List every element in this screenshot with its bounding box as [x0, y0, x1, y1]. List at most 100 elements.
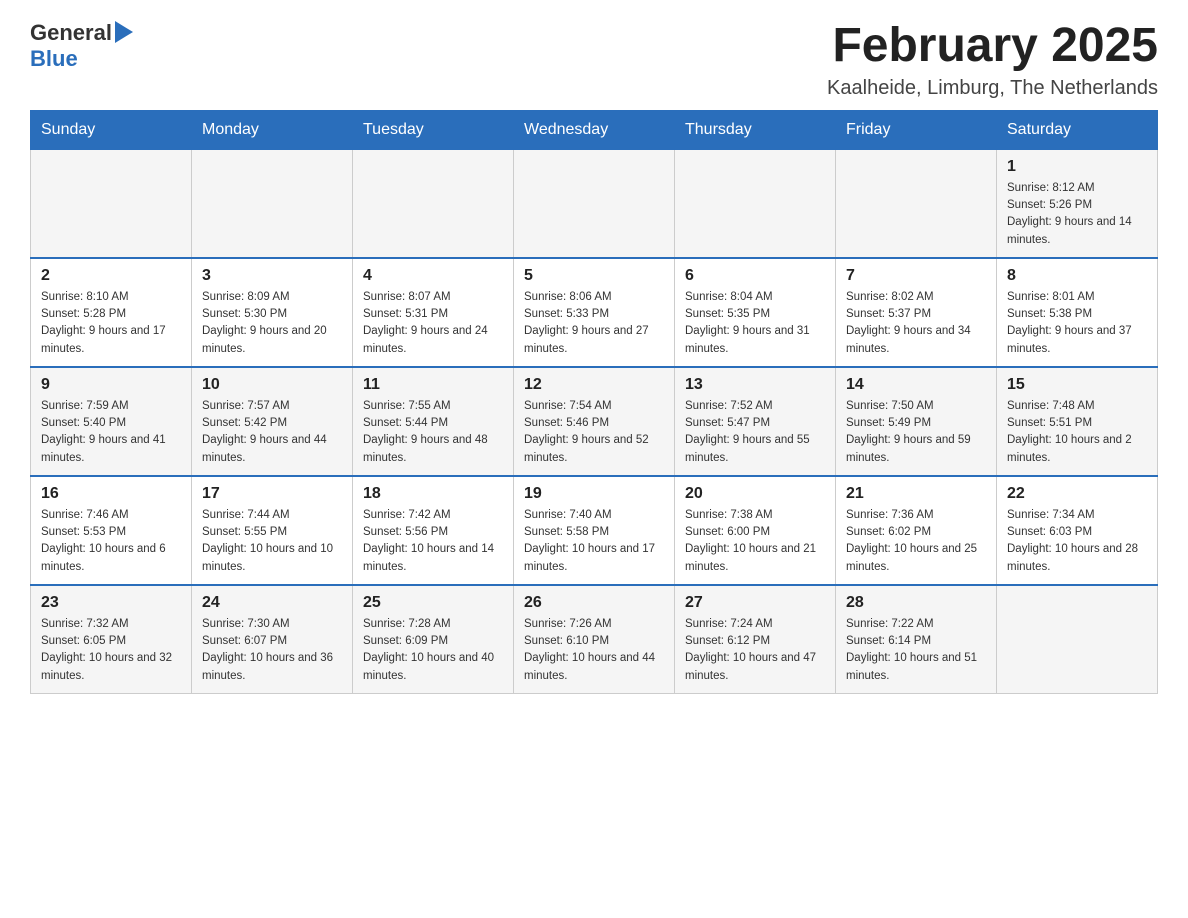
day-number: 17: [202, 485, 342, 503]
day-number: 10: [202, 376, 342, 394]
calendar-cell: 25 Sunrise: 7:28 AM Sunset: 6:09 PM Dayli…: [353, 585, 514, 694]
calendar-cell: [997, 585, 1158, 694]
calendar-cell: 23 Sunrise: 7:32 AM Sunset: 6:05 PM Dayli…: [31, 585, 192, 694]
day-number: 5: [524, 267, 664, 285]
day-info: Sunrise: 7:28 AM Sunset: 6:09 PM Dayligh…: [363, 616, 503, 685]
day-info: Sunrise: 8:01 AM Sunset: 5:38 PM Dayligh…: [1007, 289, 1147, 358]
day-info: Sunrise: 8:04 AM Sunset: 5:35 PM Dayligh…: [685, 289, 825, 358]
day-number: 8: [1007, 267, 1147, 285]
day-info: Sunrise: 7:54 AM Sunset: 5:46 PM Dayligh…: [524, 398, 664, 467]
calendar-cell: 11 Sunrise: 7:55 AM Sunset: 5:44 PM Dayli…: [353, 367, 514, 476]
calendar-cell: 4 Sunrise: 8:07 AM Sunset: 5:31 PM Daylig…: [353, 258, 514, 367]
day-number: 24: [202, 594, 342, 612]
day-info: Sunrise: 7:44 AM Sunset: 5:55 PM Dayligh…: [202, 507, 342, 576]
weekday-header-row: Sunday Monday Tuesday Wednesday Thursday…: [31, 110, 1158, 149]
header-sunday: Sunday: [31, 110, 192, 149]
day-number: 3: [202, 267, 342, 285]
day-number: 6: [685, 267, 825, 285]
logo-general: General: [30, 21, 112, 45]
day-info: Sunrise: 7:24 AM Sunset: 6:12 PM Dayligh…: [685, 616, 825, 685]
day-info: Sunrise: 7:34 AM Sunset: 6:03 PM Dayligh…: [1007, 507, 1147, 576]
calendar-cell: [836, 149, 997, 258]
day-info: Sunrise: 7:30 AM Sunset: 6:07 PM Dayligh…: [202, 616, 342, 685]
calendar-cell: 26 Sunrise: 7:26 AM Sunset: 6:10 PM Dayli…: [514, 585, 675, 694]
day-number: 7: [846, 267, 986, 285]
day-info: Sunrise: 7:48 AM Sunset: 5:51 PM Dayligh…: [1007, 398, 1147, 467]
header-monday: Monday: [192, 110, 353, 149]
calendar-cell: [353, 149, 514, 258]
calendar-cell: 10Sunrise: 7:57 AM Sunset: 5:42 PM Dayli…: [192, 367, 353, 476]
day-number: 18: [363, 485, 503, 503]
day-number: 23: [41, 594, 181, 612]
day-number: 14: [846, 376, 986, 394]
day-info: Sunrise: 7:40 AM Sunset: 5:58 PM Dayligh…: [524, 507, 664, 576]
calendar-cell: 8 Sunrise: 8:01 AM Sunset: 5:38 PM Daylig…: [997, 258, 1158, 367]
day-info: Sunrise: 8:02 AM Sunset: 5:37 PM Dayligh…: [846, 289, 986, 358]
header-wednesday: Wednesday: [514, 110, 675, 149]
day-info: Sunrise: 7:26 AM Sunset: 6:10 PM Dayligh…: [524, 616, 664, 685]
calendar-cell: 7 Sunrise: 8:02 AM Sunset: 5:37 PM Daylig…: [836, 258, 997, 367]
day-number: 16: [41, 485, 181, 503]
calendar-cell: [31, 149, 192, 258]
calendar-cell: 27 Sunrise: 7:24 AM Sunset: 6:12 PM Dayli…: [675, 585, 836, 694]
calendar-cell: [192, 149, 353, 258]
calendar-cell: 12Sunrise: 7:54 AM Sunset: 5:46 PM Dayli…: [514, 367, 675, 476]
location-subtitle: Kaalheide, Limburg, The Netherlands: [827, 77, 1158, 100]
calendar-cell: 15Sunrise: 7:48 AM Sunset: 5:51 PM Dayli…: [997, 367, 1158, 476]
day-info: Sunrise: 7:38 AM Sunset: 6:00 PM Dayligh…: [685, 507, 825, 576]
day-number: 13: [685, 376, 825, 394]
day-number: 1: [1007, 158, 1147, 176]
calendar-table: Sunday Monday Tuesday Wednesday Thursday…: [30, 110, 1158, 694]
day-number: 9: [41, 376, 181, 394]
header-tuesday: Tuesday: [353, 110, 514, 149]
day-number: 27: [685, 594, 825, 612]
day-info: Sunrise: 8:06 AM Sunset: 5:33 PM Dayligh…: [524, 289, 664, 358]
calendar-cell: 6 Sunrise: 8:04 AM Sunset: 5:35 PM Daylig…: [675, 258, 836, 367]
calendar-cell: 9 Sunrise: 7:59 AM Sunset: 5:40 PM Daylig…: [31, 367, 192, 476]
day-number: 25: [363, 594, 503, 612]
calendar-cell: 2Sunrise: 8:10 AM Sunset: 5:28 PM Daylig…: [31, 258, 192, 367]
calendar-week-row: 23 Sunrise: 7:32 AM Sunset: 6:05 PM Dayli…: [31, 585, 1158, 694]
calendar-cell: 28 Sunrise: 7:22 AM Sunset: 6:14 PM Dayli…: [836, 585, 997, 694]
calendar-week-row: 16 Sunrise: 7:46 AM Sunset: 5:53 PM Dayli…: [31, 476, 1158, 585]
day-number: 20: [685, 485, 825, 503]
calendar-cell: 17 Sunrise: 7:44 AM Sunset: 5:55 PM Dayli…: [192, 476, 353, 585]
calendar-cell: [675, 149, 836, 258]
day-info: Sunrise: 7:50 AM Sunset: 5:49 PM Dayligh…: [846, 398, 986, 467]
calendar-cell: 22 Sunrise: 7:34 AM Sunset: 6:03 PM Dayli…: [997, 476, 1158, 585]
calendar-cell: 24 Sunrise: 7:30 AM Sunset: 6:07 PM Dayli…: [192, 585, 353, 694]
day-number: 26: [524, 594, 664, 612]
calendar-cell: 16 Sunrise: 7:46 AM Sunset: 5:53 PM Dayli…: [31, 476, 192, 585]
day-info: Sunrise: 7:55 AM Sunset: 5:44 PM Dayligh…: [363, 398, 503, 467]
calendar-cell: 19Sunrise: 7:40 AM Sunset: 5:58 PM Dayli…: [514, 476, 675, 585]
day-info: Sunrise: 7:52 AM Sunset: 5:47 PM Dayligh…: [685, 398, 825, 467]
calendar-week-row: 1 Sunrise: 8:12 AM Sunset: 5:26 PM Daylig…: [31, 149, 1158, 258]
day-info: Sunrise: 7:59 AM Sunset: 5:40 PM Dayligh…: [41, 398, 181, 467]
day-info: Sunrise: 8:07 AM Sunset: 5:31 PM Dayligh…: [363, 289, 503, 358]
day-number: 21: [846, 485, 986, 503]
calendar-week-row: 9 Sunrise: 7:59 AM Sunset: 5:40 PM Daylig…: [31, 367, 1158, 476]
calendar-cell: 21Sunrise: 7:36 AM Sunset: 6:02 PM Dayli…: [836, 476, 997, 585]
page-header: General Blue February 2025 Kaalheide, Li…: [30, 20, 1158, 100]
day-info: Sunrise: 8:12 AM Sunset: 5:26 PM Dayligh…: [1007, 180, 1147, 249]
day-number: 28: [846, 594, 986, 612]
logo: General Blue: [30, 20, 133, 71]
calendar-cell: 18Sunrise: 7:42 AM Sunset: 5:56 PM Dayli…: [353, 476, 514, 585]
calendar-cell: 14 Sunrise: 7:50 AM Sunset: 5:49 PM Dayli…: [836, 367, 997, 476]
calendar-cell: [514, 149, 675, 258]
day-number: 4: [363, 267, 503, 285]
header-thursday: Thursday: [675, 110, 836, 149]
calendar-week-row: 2Sunrise: 8:10 AM Sunset: 5:28 PM Daylig…: [31, 258, 1158, 367]
day-info: Sunrise: 7:32 AM Sunset: 6:05 PM Dayligh…: [41, 616, 181, 685]
day-info: Sunrise: 7:46 AM Sunset: 5:53 PM Dayligh…: [41, 507, 181, 576]
header-friday: Friday: [836, 110, 997, 149]
calendar-cell: 5 Sunrise: 8:06 AM Sunset: 5:33 PM Daylig…: [514, 258, 675, 367]
day-info: Sunrise: 7:22 AM Sunset: 6:14 PM Dayligh…: [846, 616, 986, 685]
day-number: 2: [41, 267, 181, 285]
title-block: February 2025 Kaalheide, Limburg, The Ne…: [827, 20, 1158, 100]
logo-blue: Blue: [30, 46, 78, 71]
calendar-cell: 3Sunrise: 8:09 AM Sunset: 5:30 PM Daylig…: [192, 258, 353, 367]
day-number: 22: [1007, 485, 1147, 503]
calendar-cell: 20 Sunrise: 7:38 AM Sunset: 6:00 PM Dayli…: [675, 476, 836, 585]
day-number: 11: [363, 376, 503, 394]
